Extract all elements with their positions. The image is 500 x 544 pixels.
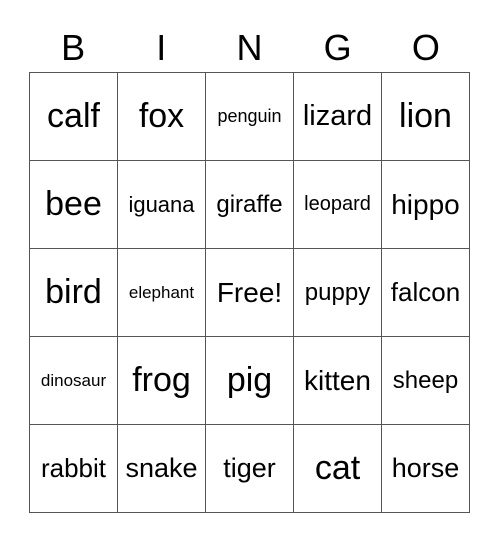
bingo-cell[interactable]: lion — [382, 73, 470, 161]
bingo-cell[interactable]: snake — [118, 425, 206, 513]
bingo-header: B I N G O — [29, 24, 470, 72]
bingo-cell[interactable]: Free! — [206, 249, 294, 337]
bingo-cell[interactable]: pig — [206, 337, 294, 425]
bingo-cell[interactable]: penguin — [206, 73, 294, 161]
bingo-cell[interactable]: hippo — [382, 161, 470, 249]
bingo-cell[interactable]: elephant — [118, 249, 206, 337]
bingo-cell[interactable]: bird — [30, 249, 118, 337]
bingo-cell[interactable]: iguana — [118, 161, 206, 249]
bingo-cell[interactable]: fox — [118, 73, 206, 161]
bingo-cell[interactable]: frog — [118, 337, 206, 425]
bingo-cell[interactable]: horse — [382, 425, 470, 513]
header-letter-n: N — [236, 27, 263, 68]
header-letter-i: I — [156, 27, 167, 68]
bingo-cell[interactable]: leopard — [294, 161, 382, 249]
bingo-cell[interactable]: kitten — [294, 337, 382, 425]
bingo-cell[interactable]: falcon — [382, 249, 470, 337]
bingo-cell[interactable]: puppy — [294, 249, 382, 337]
bingo-cell[interactable]: cat — [294, 425, 382, 513]
header-letter-b: B — [61, 27, 86, 68]
bingo-cell[interactable]: tiger — [206, 425, 294, 513]
bingo-cell[interactable]: lizard — [294, 73, 382, 161]
bingo-cell[interactable]: giraffe — [206, 161, 294, 249]
header-letter-o: O — [411, 27, 440, 68]
bingo-cell[interactable]: rabbit — [30, 425, 118, 513]
bingo-cell[interactable]: sheep — [382, 337, 470, 425]
header-letter-g: G — [323, 27, 352, 68]
bingo-cell[interactable]: bee — [30, 161, 118, 249]
bingo-cell[interactable]: dinosaur — [30, 337, 118, 425]
bingo-cell[interactable]: calf — [30, 73, 118, 161]
bingo-grid: calf fox penguin lizard lion bee iguana giraffe… — [29, 72, 470, 513]
